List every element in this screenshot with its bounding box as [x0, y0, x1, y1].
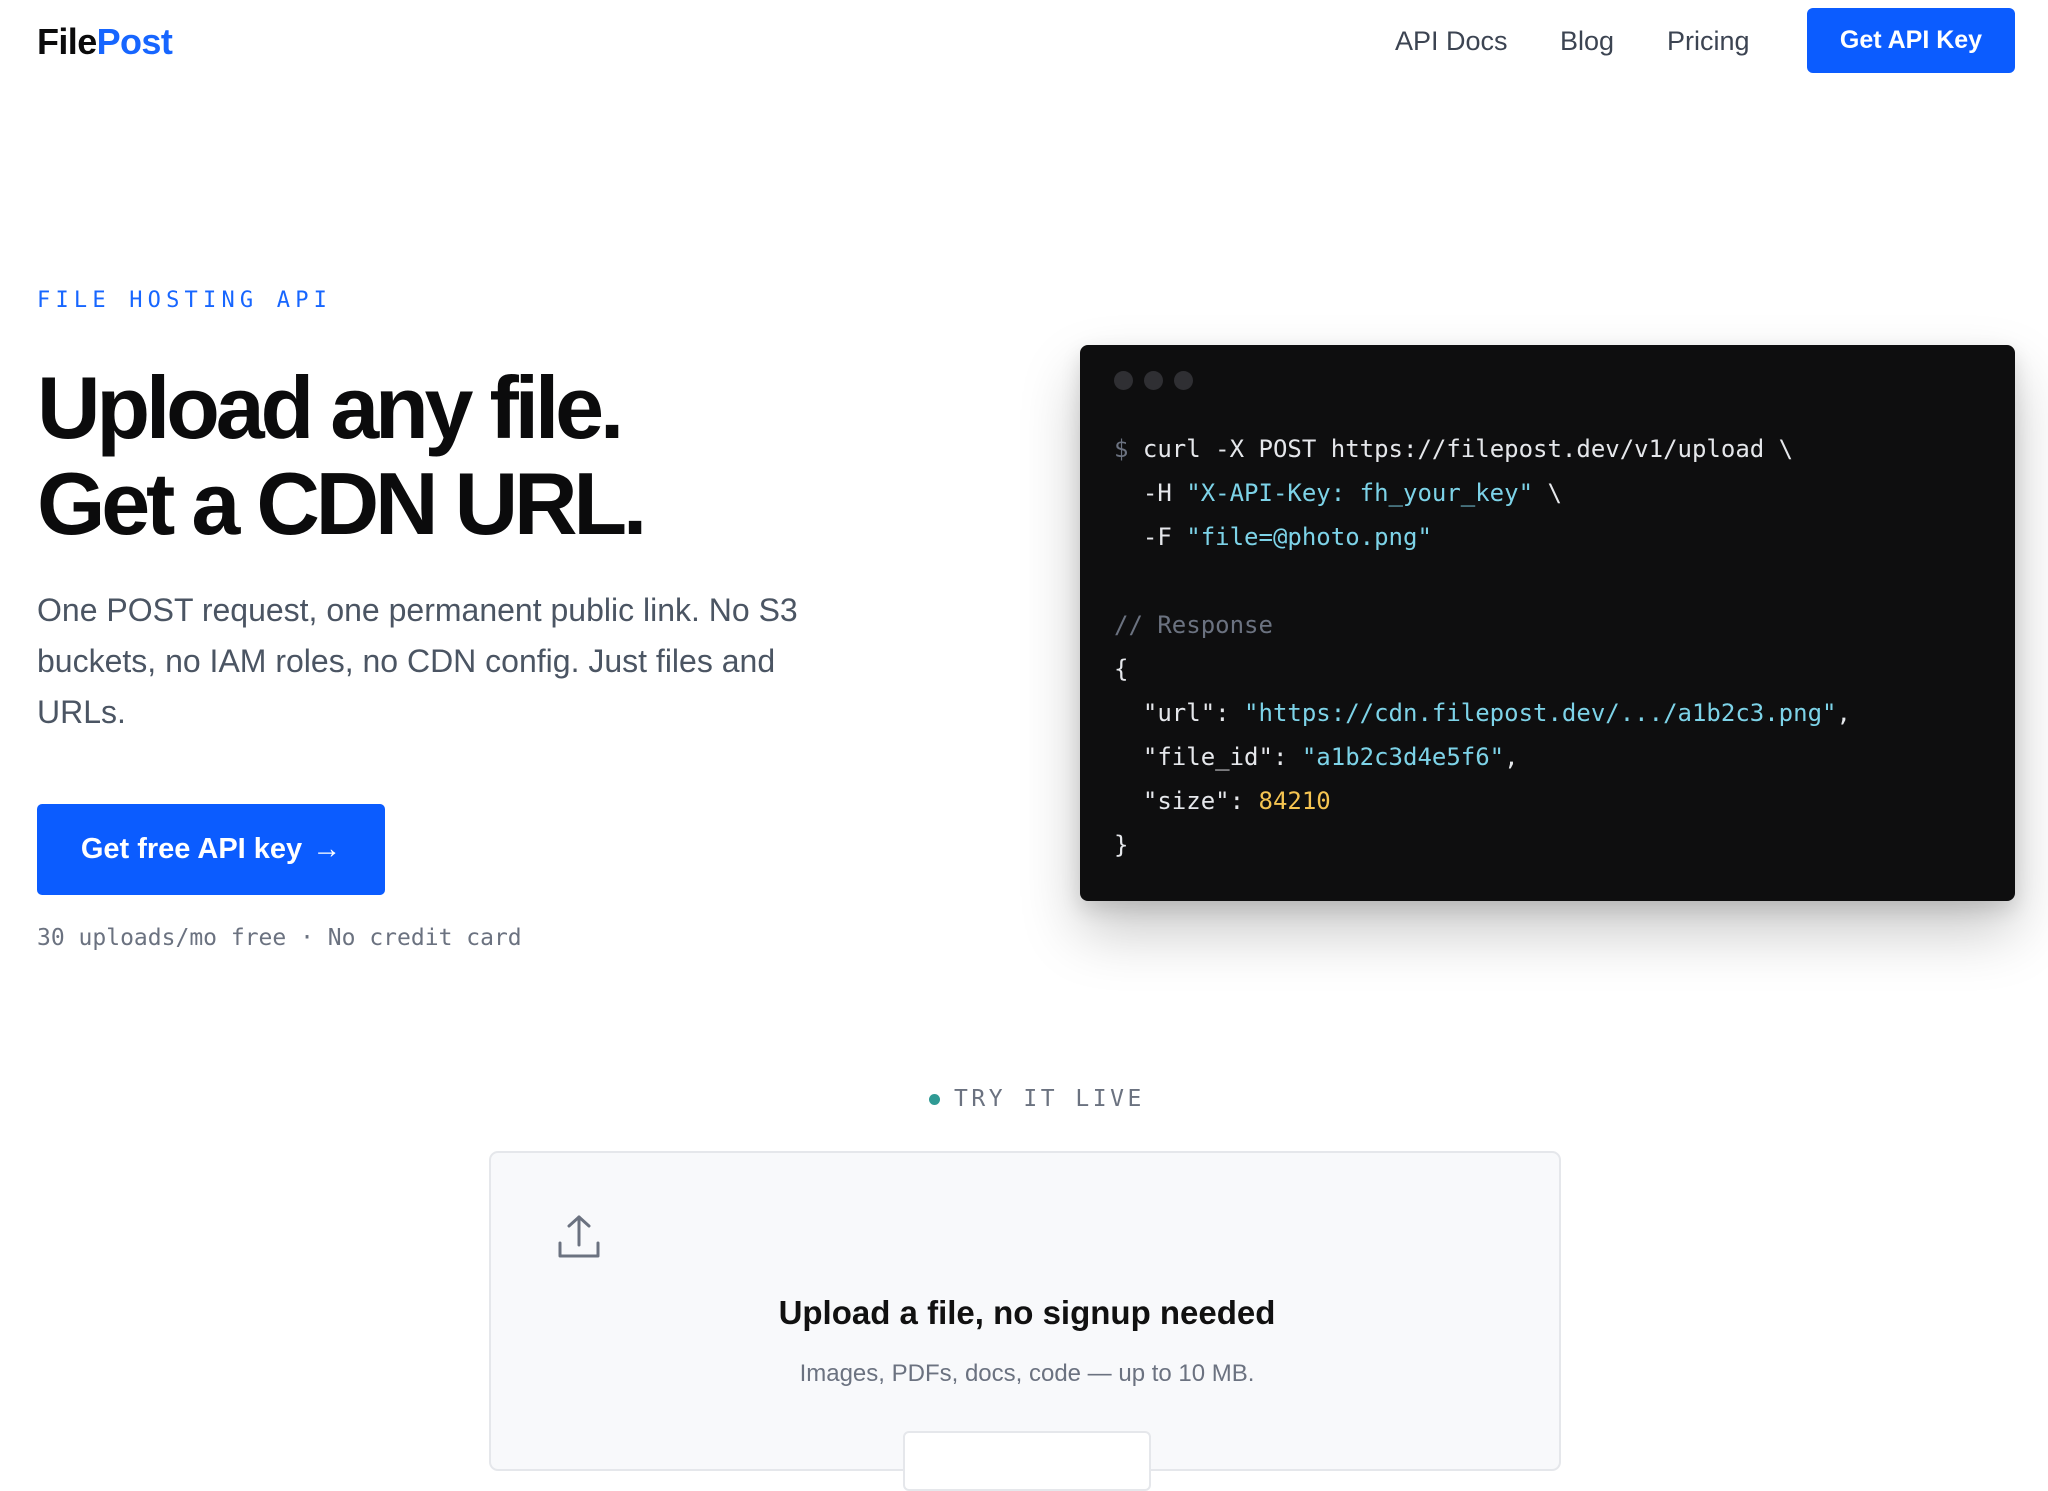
site-header: FilePost API Docs Blog Pricing Get API K… — [0, 0, 2048, 83]
window-dot-icon — [1114, 371, 1133, 390]
code-size-value: 84210 — [1258, 787, 1331, 815]
logo[interactable]: FilePost — [37, 18, 173, 66]
window-dot-icon — [1174, 371, 1193, 390]
code-brace-open: { — [1114, 655, 1129, 683]
code-size-key: "size": — [1114, 787, 1259, 815]
code-line-comment: // Response — [1114, 603, 1851, 647]
arrow-right-icon: → — [312, 833, 342, 865]
hero-eyebrow: FILE HOSTING API — [37, 288, 333, 313]
code-header-value: "X-API-Key: fh_your_key" — [1186, 479, 1534, 507]
code-file-id-value: "a1b2c3d4e5f6" — [1301, 743, 1505, 771]
logo-post-text: Post — [96, 21, 173, 62]
live-dot-icon — [929, 1093, 940, 1105]
code-line-brace-open: { — [1114, 647, 1851, 691]
hero-title-line-2: Get a CDN URL. — [37, 454, 647, 553]
get-api-key-button[interactable]: Get API Key — [1807, 8, 2015, 73]
hero-title-line-1: Upload any file. — [37, 358, 624, 457]
nav-pricing[interactable]: Pricing — [1667, 22, 1750, 60]
window-controls — [1114, 371, 1193, 390]
code-line-header: -H "X-API-Key: fh_your_key" \ — [1114, 471, 1851, 515]
code-brace-close: } — [1114, 831, 1129, 859]
code-line-file: -F "file=@photo.png" — [1114, 515, 1851, 559]
hero-subtitle: One POST request, one permanent public l… — [37, 592, 798, 730]
hero-title: Upload any file. Get a CDN URL. — [37, 358, 647, 553]
logo-file-text: File — [37, 21, 97, 62]
code-response-comment: // Response — [1114, 611, 1273, 639]
upload-subtitle: Images, PDFs, docs, code — up to 10 MB. — [799, 1360, 1255, 1387]
nav-api-docs[interactable]: API Docs — [1395, 22, 1508, 60]
code-line-brace-close: } — [1114, 823, 1851, 867]
code-example-window: $ curl -X POST https://filepost.dev/v1/u… — [1080, 345, 2015, 901]
code-line-url: "url": "https://cdn.filepost.dev/.../a1b… — [1114, 691, 1851, 735]
window-dot-icon — [1144, 371, 1163, 390]
code-line-size: "size": 84210 — [1114, 779, 1851, 823]
code-line-file-id: "file_id": "a1b2c3d4e5f6", — [1114, 735, 1851, 779]
code-line-curl: $ curl -X POST https://filepost.dev/v1/u… — [1114, 427, 1851, 471]
upload-dropzone[interactable]: Upload a file, no signup needed Images, … — [489, 1151, 1561, 1491]
try-it-live-text: TRY IT LIVE — [954, 1086, 1145, 1112]
try-it-live-label: TRY IT LIVE — [929, 1086, 1145, 1112]
choose-file-button[interactable] — [903, 1431, 1151, 1491]
upload-icon — [558, 1215, 600, 1258]
code-block: $ curl -X POST https://filepost.dev/v1/u… — [1114, 427, 1851, 867]
get-free-api-key-button[interactable]: Get free API key → — [37, 804, 385, 895]
code-file-value: "file=@photo.png" — [1186, 523, 1432, 551]
code-line-continuation: \ — [1533, 479, 1562, 507]
hero-pricing-note: 30 uploads/mo free · No credit card — [37, 925, 522, 951]
code-curl-command: curl -X POST https://filepost.dev/v1/upl… — [1142, 435, 1794, 463]
code-header-flag: -H — [1114, 479, 1187, 507]
code-url-key: "url": — [1114, 699, 1245, 727]
code-comma: , — [1836, 699, 1851, 727]
get-free-api-key-label: Get free API key — [80, 833, 303, 865]
upload-title: Upload a file, no signup needed — [778, 1294, 1276, 1331]
nav-blog[interactable]: Blog — [1560, 22, 1614, 60]
code-prompt: $ — [1114, 435, 1129, 463]
code-comma: , — [1504, 743, 1519, 771]
code-file-flag: -F — [1114, 523, 1187, 551]
code-url-value: "https://cdn.filepost.dev/.../a1b2c3.png… — [1244, 699, 1837, 727]
code-file-id-key: "file_id": — [1114, 743, 1302, 771]
